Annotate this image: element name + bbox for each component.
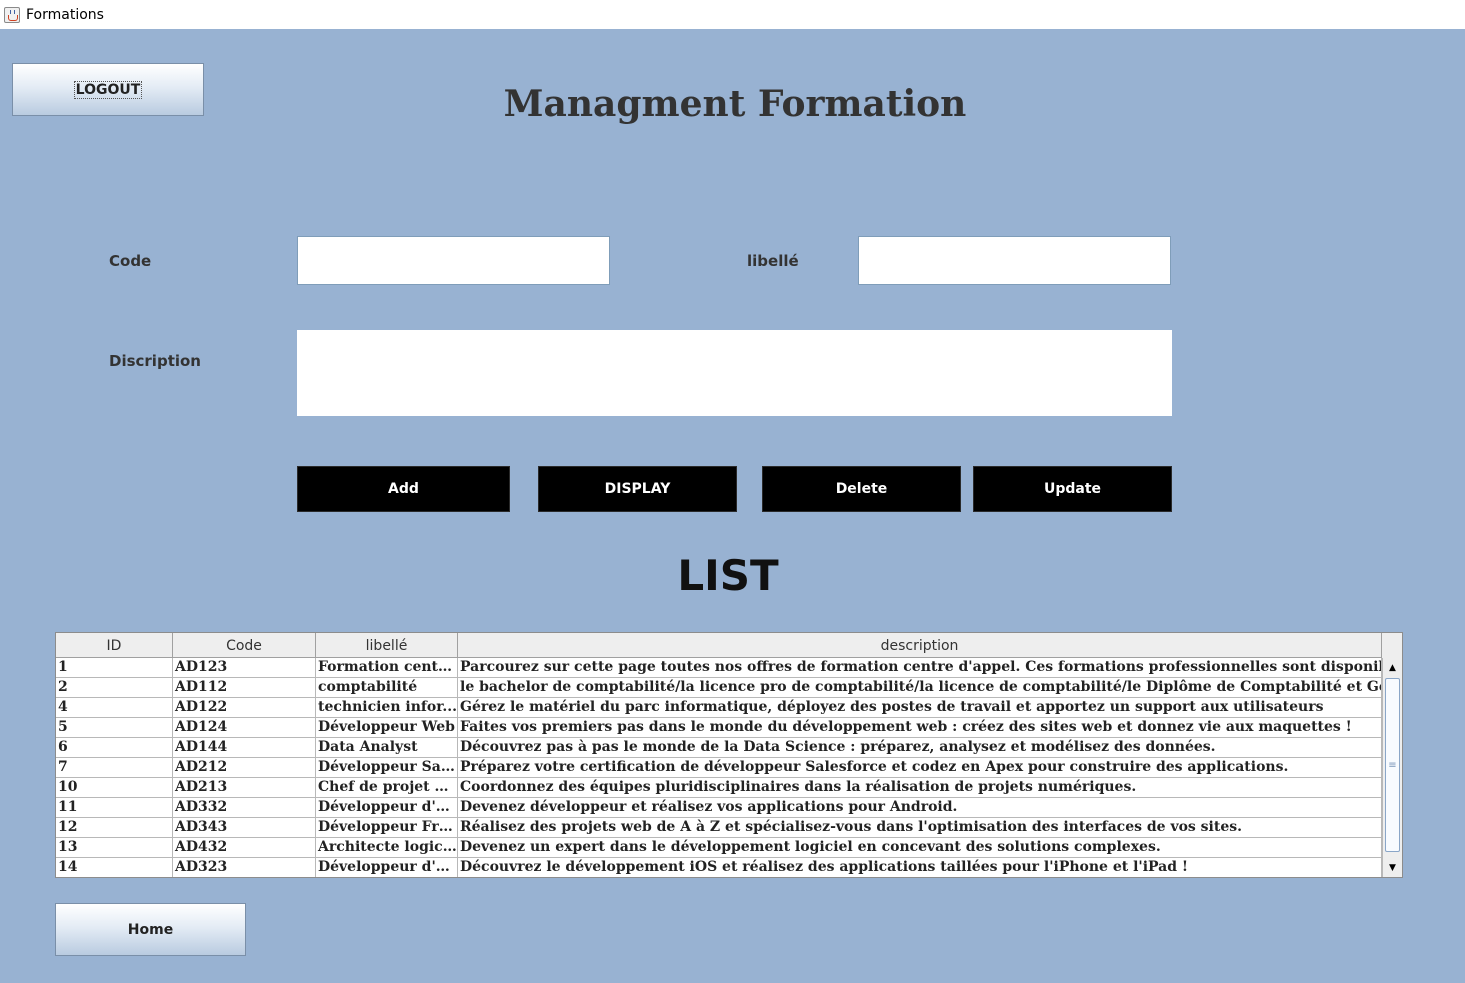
table-row[interactable]: 5 AD124 Développeur Web Faites vos premiers… — [56, 718, 1382, 738]
table-row[interactable]: 12 AD343 Développeur Fro... Réalisez des pr… — [56, 818, 1382, 838]
libelle-label: libellé — [747, 252, 799, 270]
table-header: ID Code libellé description — [56, 633, 1402, 658]
page-title: Managment Formation — [503, 83, 967, 125]
cell-description[interactable]: Réalisez des projets web de A à Z et spé… — [458, 818, 1382, 837]
home-button-label: Home — [127, 921, 174, 938]
libelle-input[interactable] — [858, 236, 1171, 285]
logout-button[interactable]: LOGOUT — [12, 63, 204, 116]
display-button[interactable]: DISPLAY — [538, 466, 737, 512]
table-row[interactable]: 4 AD122 technicien infor... Gérez le matéri… — [56, 698, 1382, 718]
cell-id[interactable]: 7 — [56, 758, 173, 777]
formations-table[interactable]: ID Code libellé description 1 AD123 Format… — [55, 632, 1403, 878]
cell-libelle[interactable]: Formation centr... — [316, 658, 458, 677]
table-header-corner — [1382, 633, 1402, 658]
cell-id[interactable]: 2 — [56, 678, 173, 697]
description-label: Discription — [109, 352, 201, 370]
cell-libelle[interactable]: Développeur d'a... — [316, 798, 458, 817]
table-row[interactable]: 11 AD332 Développeur d'a... Devenez dévelop… — [56, 798, 1382, 818]
table-row[interactable]: 1 AD123 Formation centr... Parcourez sur ce… — [56, 658, 1382, 678]
table-row[interactable]: 10 AD213 Chef de projet di... Coordonnez de… — [56, 778, 1382, 798]
cell-code[interactable]: AD343 — [173, 818, 316, 837]
table-row[interactable]: 13 AD432 Architecte logiciel Devenez un exp… — [56, 838, 1382, 858]
table-body: 1 AD123 Formation centr... Parcourez sur ce… — [56, 658, 1382, 877]
cell-libelle[interactable]: Data Analyst — [316, 738, 458, 757]
table-row[interactable]: 6 AD144 Data Analyst Découvrez pas à pas le… — [56, 738, 1382, 758]
cell-description[interactable]: Faites vos premiers pas dans le monde du… — [458, 718, 1382, 737]
cell-id[interactable]: 13 — [56, 838, 173, 857]
cell-id[interactable]: 14 — [56, 858, 173, 877]
cell-description[interactable]: Devenez un expert dans le développement … — [458, 838, 1382, 857]
cell-id[interactable]: 11 — [56, 798, 173, 817]
cell-code[interactable]: AD323 — [173, 858, 316, 877]
cell-libelle[interactable]: comptabilité — [316, 678, 458, 697]
scroll-up-arrow-icon[interactable]: ▲ — [1383, 659, 1402, 676]
cell-description[interactable]: Découvrez le développement iOS et réalis… — [458, 858, 1382, 877]
cell-description[interactable]: Coordonnez des équipes pluridisciplinair… — [458, 778, 1382, 797]
cell-libelle[interactable]: Architecte logiciel — [316, 838, 458, 857]
column-header-libelle[interactable]: libellé — [316, 633, 458, 658]
cell-code[interactable]: AD112 — [173, 678, 316, 697]
scroll-down-arrow-icon[interactable]: ▼ — [1383, 859, 1402, 876]
cell-code[interactable]: AD432 — [173, 838, 316, 857]
cell-id[interactable]: 10 — [56, 778, 173, 797]
code-input[interactable] — [297, 236, 610, 285]
cell-id[interactable]: 4 — [56, 698, 173, 717]
cell-code[interactable]: AD212 — [173, 758, 316, 777]
cell-libelle[interactable]: Développeur d'a... — [316, 858, 458, 877]
cell-libelle[interactable]: Développeur Fro... — [316, 818, 458, 837]
code-label: Code — [109, 252, 152, 270]
home-button[interactable]: Home — [55, 903, 246, 956]
cell-code[interactable]: AD213 — [173, 778, 316, 797]
table-vertical-scrollbar[interactable]: ▲ ≡ ▼ — [1382, 658, 1402, 877]
description-textarea[interactable] — [297, 330, 1172, 416]
window-title: Formations — [26, 6, 104, 23]
cell-code[interactable]: AD144 — [173, 738, 316, 757]
list-title: LIST — [677, 551, 779, 600]
cell-description[interactable]: Découvrez pas à pas le monde de la Data … — [458, 738, 1382, 757]
cell-description[interactable]: Préparez votre certification de développ… — [458, 758, 1382, 777]
cell-id[interactable]: 6 — [56, 738, 173, 757]
column-header-id[interactable]: ID — [56, 633, 173, 658]
cell-description[interactable]: Gérez le matériel du parc informatique, … — [458, 698, 1382, 717]
table-row[interactable]: 14 AD323 Développeur d'a... Découvrez le dé… — [56, 858, 1382, 877]
java-coffee-icon — [4, 6, 20, 23]
column-header-code[interactable]: Code — [173, 633, 316, 658]
cell-libelle[interactable]: Développeur Sal... — [316, 758, 458, 777]
cell-code[interactable]: AD123 — [173, 658, 316, 677]
scrollbar-thumb[interactable]: ≡ — [1385, 678, 1400, 852]
table-row[interactable]: 2 AD112 comptabilité le bachelor de comptab… — [56, 678, 1382, 698]
delete-button[interactable]: Delete — [762, 466, 961, 512]
cell-libelle[interactable]: technicien infor... — [316, 698, 458, 717]
update-button[interactable]: Update — [973, 466, 1172, 512]
cell-code[interactable]: AD122 — [173, 698, 316, 717]
cell-id[interactable]: 1 — [56, 658, 173, 677]
add-button[interactable]: Add — [297, 466, 510, 512]
cell-id[interactable]: 12 — [56, 818, 173, 837]
column-header-description[interactable]: description — [458, 633, 1382, 658]
cell-id[interactable]: 5 — [56, 718, 173, 737]
cell-code[interactable]: AD124 — [173, 718, 316, 737]
cell-libelle[interactable]: Développeur Web — [316, 718, 458, 737]
cell-libelle[interactable]: Chef de projet di... — [316, 778, 458, 797]
table-row[interactable]: 7 AD212 Développeur Sal... Préparez votre c… — [56, 758, 1382, 778]
cell-code[interactable]: AD332 — [173, 798, 316, 817]
cell-description[interactable]: Devenez développeur et réalisez vos appl… — [458, 798, 1382, 817]
cell-description[interactable]: Parcourez sur cette page toutes nos offr… — [458, 658, 1382, 677]
logout-button-label: LOGOUT — [73, 80, 143, 99]
window-titlebar: Formations — [0, 0, 1465, 29]
cell-description[interactable]: le bachelor de comptabilité/la licence p… — [458, 678, 1382, 697]
